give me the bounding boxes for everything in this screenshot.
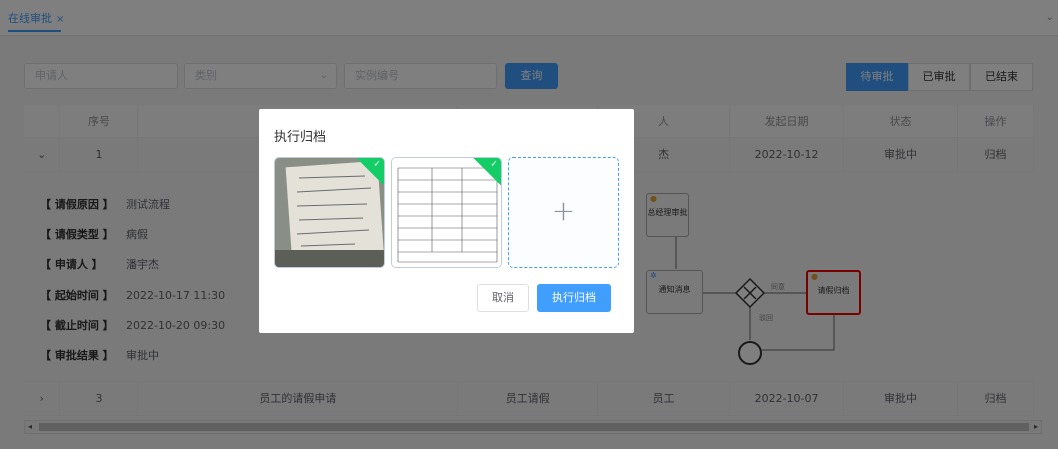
cancel-button[interactable]: 取消: [477, 284, 529, 312]
uploaded-image-2[interactable]: ✓: [391, 157, 502, 268]
form-thumbnail: [392, 158, 501, 267]
archive-dialog: 执行归档 ✓ ✓ + 取消 执行归档: [259, 109, 634, 333]
dialog-title: 执行归档: [274, 130, 327, 145]
uploaded-image-1[interactable]: ✓: [274, 157, 385, 268]
upload-add-button[interactable]: +: [508, 157, 619, 268]
photo-thumbnail: [275, 158, 384, 267]
execute-archive-button[interactable]: 执行归档: [537, 284, 611, 312]
